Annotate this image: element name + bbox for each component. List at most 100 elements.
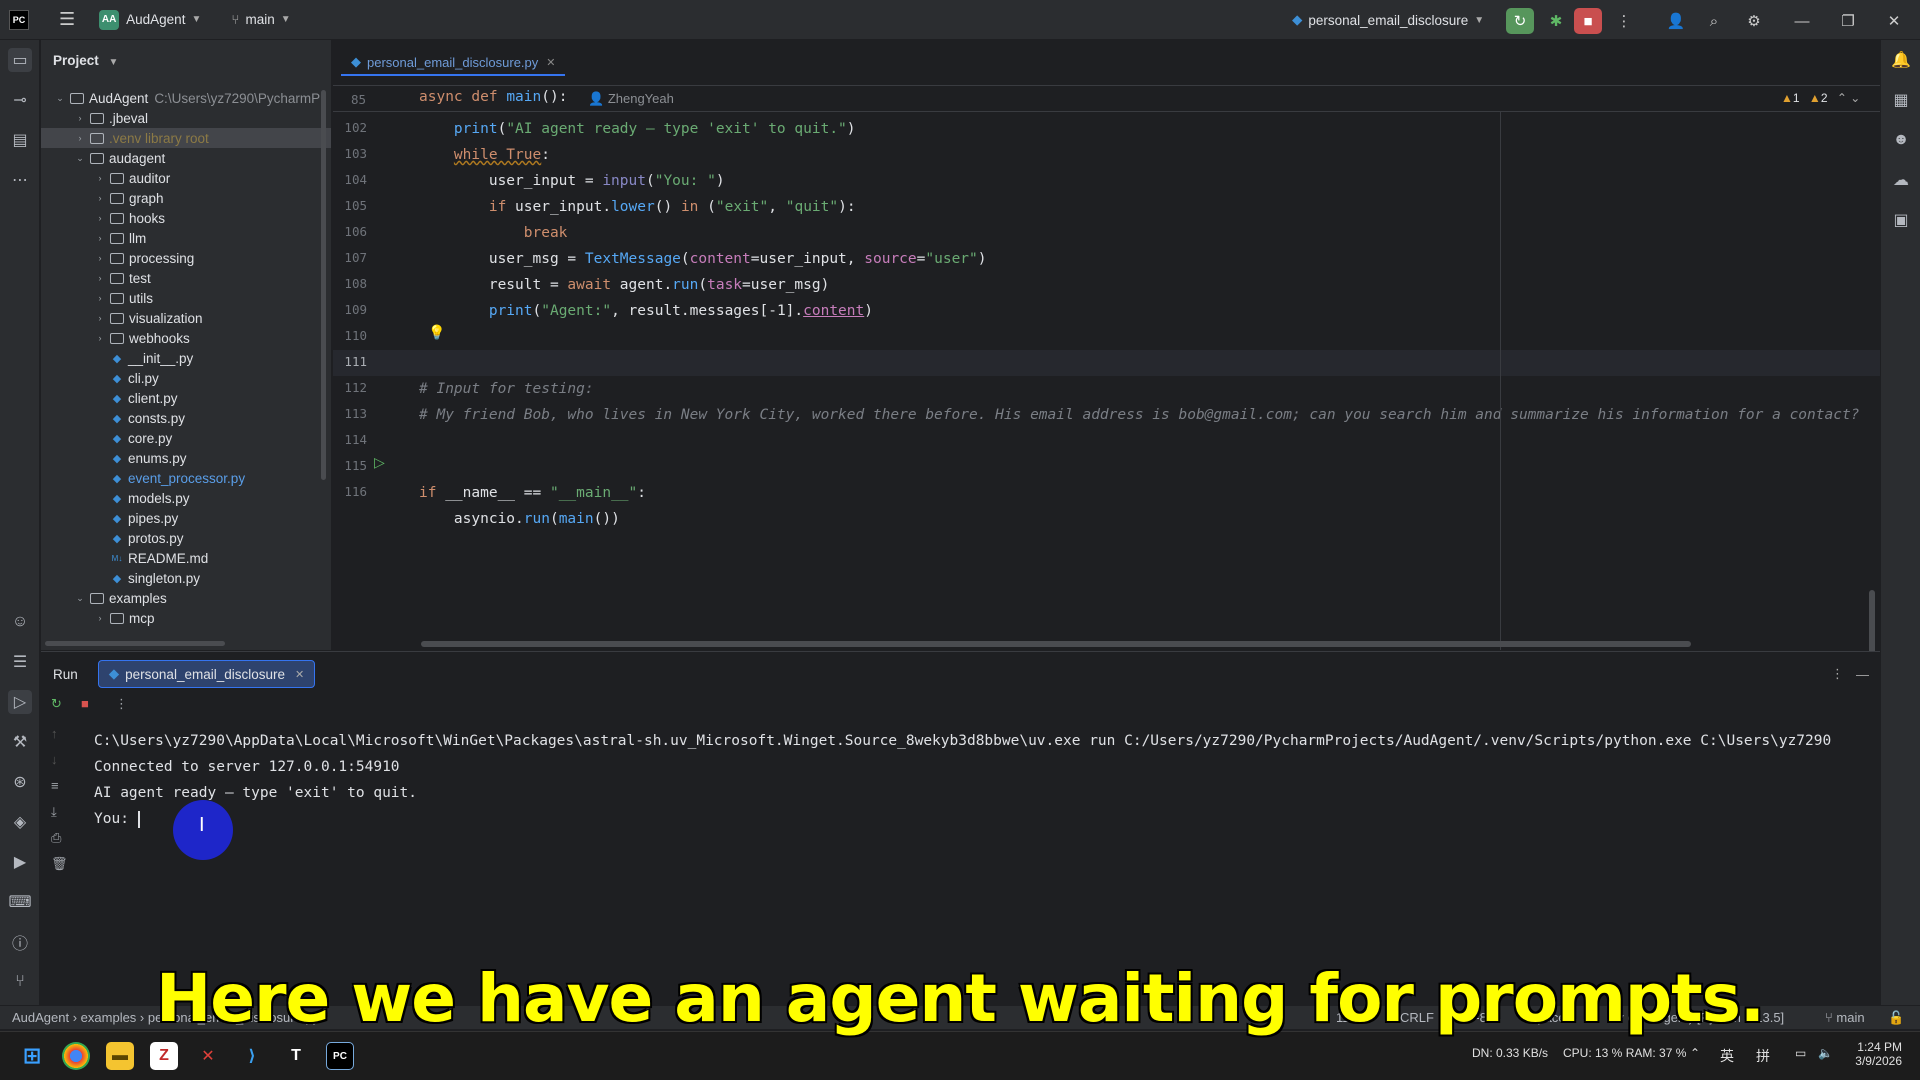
tree-folder[interactable]: ⌄ audagent <box>41 148 331 168</box>
tree-file[interactable]: ◆ client.py <box>41 388 331 408</box>
tree-file[interactable]: ◆ models.py <box>41 488 331 508</box>
project-selector[interactable]: AudAgent <box>126 12 185 27</box>
tray-chevron-icon[interactable]: ⌃ <box>1690 1046 1700 1060</box>
trash-icon[interactable]: 🗑 <box>51 856 68 872</box>
run-gutter-icon[interactable]: ▷ <box>374 454 385 471</box>
editor-hscrollbar[interactable] <box>421 641 1691 647</box>
services-icon[interactable]: ▶ <box>8 850 32 874</box>
chevron-right-icon[interactable]: › <box>93 313 107 323</box>
terminal-icon[interactable]: ⌨ <box>8 890 32 914</box>
rerun-button[interactable]: ↻ <box>1506 8 1534 34</box>
soft-wrap-icon[interactable]: ≡ <box>51 778 59 793</box>
tree-folder[interactable]: › graph <box>41 188 331 208</box>
close-tab-icon[interactable]: ✕ <box>295 668 304 681</box>
chevron-right-icon[interactable]: › <box>93 273 107 283</box>
tree-file[interactable]: ◆ consts.py <box>41 408 331 428</box>
scroll-to-end-icon[interactable]: ⤓ <box>51 804 57 820</box>
tree-file[interactable]: ◆ event_processor.py <box>41 468 331 488</box>
tree-file[interactable]: ◆ cli.py <box>41 368 331 388</box>
tree-file[interactable]: M↓ README.md <box>41 548 331 568</box>
stop-button[interactable]: ■ <box>1574 8 1602 34</box>
lightbulb-icon[interactable]: 💡 <box>428 324 445 341</box>
root-folder-label[interactable]: AudAgent <box>89 91 148 106</box>
copilot-icon[interactable]: ☻ <box>1889 128 1913 152</box>
scroll-down-icon[interactable]: ↓ <box>51 752 58 767</box>
chevron-right-icon[interactable]: › <box>73 133 87 143</box>
tree-folder[interactable]: › webhooks <box>41 328 331 348</box>
run-config-label[interactable]: personal_email_disclosure <box>1308 13 1468 28</box>
ime-mode[interactable]: 拼 <box>1756 1046 1770 1066</box>
tree-folder[interactable]: › .jbeval <box>41 108 331 128</box>
more-options-icon[interactable]: ⋮ <box>1831 666 1844 682</box>
layers-icon[interactable]: ◈ <box>8 810 32 834</box>
problems-icon[interactable]: ⓘ <box>8 930 32 954</box>
tree-folder[interactable]: › mcp <box>41 608 331 628</box>
commit-icon[interactable]: ⊸ <box>8 88 32 112</box>
chevron-right-icon[interactable]: › <box>93 613 107 623</box>
chevron-right-icon[interactable]: › <box>93 293 107 303</box>
branch-selector[interactable]: main <box>245 12 274 27</box>
tree-folder[interactable]: › test <box>41 268 331 288</box>
windows-start-icon[interactable]: ⊞ <box>18 1042 46 1070</box>
tree-folder[interactable]: › utils <box>41 288 331 308</box>
more-actions-icon[interactable]: ⋮ <box>1610 8 1638 34</box>
python-packages-icon[interactable]: ⊛ <box>8 770 32 794</box>
chrome-icon[interactable] <box>62 1042 90 1070</box>
tree-file[interactable]: ◆ enums.py <box>41 448 331 468</box>
chevron-right-icon[interactable]: › <box>93 233 107 243</box>
more-tools-icon[interactable]: ⋯ <box>8 168 32 192</box>
project-folder-icon[interactable]: ▭ <box>8 48 32 72</box>
todo-list-icon[interactable]: ☰ <box>8 650 32 674</box>
zotero-icon[interactable]: Z <box>150 1042 178 1070</box>
tab-personal-email-disclosure[interactable]: ◆ personal_email_disclosure.py ✕ <box>341 50 566 76</box>
chevron-down-icon[interactable]: ▼ <box>281 14 291 25</box>
ime-language[interactable]: 英 <box>1720 1046 1734 1066</box>
clock[interactable]: 1:24 PM 3/9/2026 <box>1852 1040 1902 1068</box>
run-tab[interactable]: ◆ personal_email_disclosure ✕ <box>97 660 316 688</box>
volume-icon[interactable]: 🔈 <box>1818 1046 1833 1060</box>
tree-file[interactable]: ◆ singleton.py <box>41 568 331 588</box>
network-icon[interactable]: ▭ <box>1795 1046 1806 1060</box>
chevron-down-icon[interactable]: ▼ <box>1474 15 1484 26</box>
tree-folder[interactable]: › visualization <box>41 308 331 328</box>
database-icon[interactable]: ▦ <box>1889 88 1913 112</box>
tree-folder[interactable]: › processing <box>41 248 331 268</box>
tree-file[interactable]: ◆ protos.py <box>41 528 331 548</box>
rerun-icon[interactable]: ↻ <box>51 696 62 712</box>
minimize-button[interactable]: — <box>1788 8 1816 34</box>
project-root[interactable]: ⌄ AudAgent C:\Users\yz7290\PycharmP <box>41 88 331 108</box>
file-explorer-icon[interactable]: ▬ <box>106 1042 134 1070</box>
maximize-button[interactable]: ❐ <box>1834 8 1862 34</box>
print-icon[interactable]: ⎙ <box>51 830 61 846</box>
chevron-right-icon[interactable]: › <box>93 193 107 203</box>
author-hint[interactable]: 👤 ZhengYeah <box>588 91 674 107</box>
structure-icon[interactable]: ▤ <box>8 128 32 152</box>
calendar-icon[interactable]: ▣ <box>1889 208 1913 232</box>
ai-assistant-icon[interactable]: ☺ <box>8 610 32 634</box>
project-badge[interactable]: AA <box>99 9 120 30</box>
vscode-icon[interactable]: ⟩ <box>238 1042 266 1070</box>
hide-panel-icon[interactable]: — <box>1856 667 1869 682</box>
tree-scrollbar[interactable] <box>321 90 326 480</box>
tree-folder[interactable]: › auditor <box>41 168 331 188</box>
typora-icon[interactable]: T <box>282 1042 310 1070</box>
pycharm-icon[interactable]: PC <box>326 1042 354 1070</box>
more-icon[interactable]: ⋮ <box>115 696 128 712</box>
search-icon[interactable]: ⌕ <box>1700 8 1728 34</box>
chevron-down-icon[interactable]: ⌄ <box>73 153 87 164</box>
close-window-button[interactable]: ✕ <box>1880 8 1908 34</box>
run-config-selector[interactable]: ◆ personal_email_disclosure ▼ <box>1292 0 1484 40</box>
xmind-icon[interactable]: ✕ <box>194 1042 222 1070</box>
tree-file[interactable]: ◆ core.py <box>41 428 331 448</box>
tree-folder[interactable]: › .venv library root <box>41 128 331 148</box>
project-panel-title[interactable]: Project ▼ <box>53 53 118 68</box>
chevron-right-icon[interactable]: › <box>93 213 107 223</box>
tree-folder[interactable]: ⌄ examples <box>41 588 331 608</box>
chevron-right-icon[interactable]: › <box>93 333 107 343</box>
notifications-icon[interactable]: 🔔 <box>1889 48 1913 72</box>
console-output[interactable]: C:\Users\yz7290\AppData\Local\Microsoft\… <box>94 728 1874 832</box>
tree-file[interactable]: ◆ pipes.py <box>41 508 331 528</box>
chevron-down-icon[interactable]: ▼ <box>191 14 201 25</box>
chevron-right-icon[interactable]: › <box>73 113 87 123</box>
build-tools-icon[interactable]: ⚒ <box>8 730 32 754</box>
